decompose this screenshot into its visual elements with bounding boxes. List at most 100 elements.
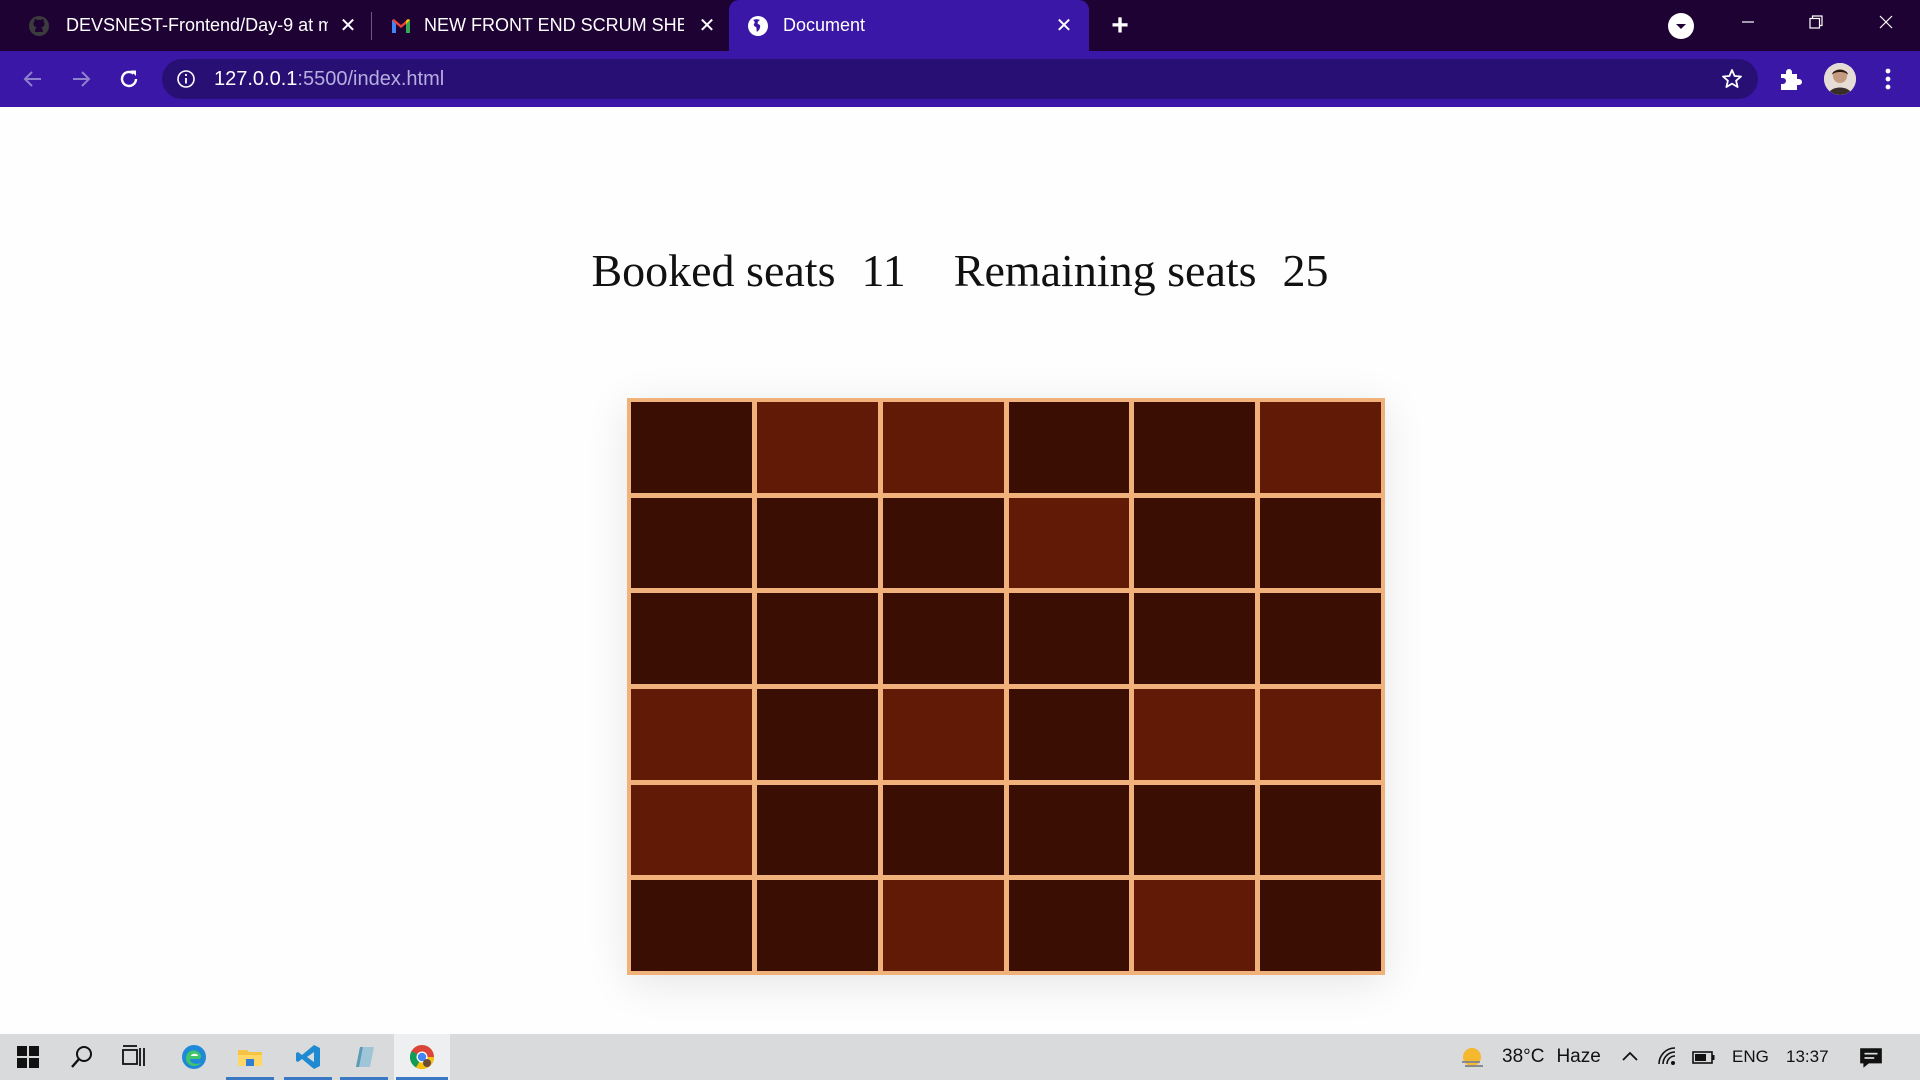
seat-available[interactable]	[1134, 593, 1256, 684]
tab-title: NEW FRONT END SCRUM SHEET	[424, 15, 684, 35]
url-path: :5500/index.html	[297, 68, 445, 90]
battery-icon[interactable]	[1692, 1045, 1716, 1069]
close-icon[interactable]: ✕	[1051, 12, 1077, 38]
notification-icon[interactable]	[1858, 1045, 1884, 1071]
seat-available[interactable]	[1134, 497, 1256, 589]
reload-icon	[120, 70, 138, 88]
seat-available[interactable]	[756, 880, 878, 971]
weather-haze-icon[interactable]	[1458, 1044, 1486, 1072]
gmail-icon	[392, 19, 410, 33]
seat-available[interactable]	[756, 593, 878, 684]
weather-description: Haze	[1556, 1046, 1601, 1067]
tab-github[interactable]: DEVSNEST-Frontend/Day-9 at ma ✕	[0, 0, 364, 51]
address-bar[interactable]: 127.0.0.1:5500/index.html	[162, 59, 1758, 99]
weather-temperature: 38°C	[1502, 1046, 1545, 1067]
seat-booked[interactable]	[1260, 402, 1381, 493]
restore-button[interactable]	[1782, 0, 1850, 44]
clock[interactable]: 13:37	[1786, 1034, 1829, 1080]
seat-available[interactable]	[631, 880, 752, 971]
seat-grid	[627, 398, 1385, 975]
chevron-up-icon[interactable]	[1618, 1045, 1642, 1069]
seat-available[interactable]	[756, 688, 878, 780]
reload-button[interactable]	[110, 60, 148, 98]
weather-widget[interactable]: 38°C Haze	[1502, 1034, 1601, 1080]
seat-booked[interactable]	[882, 880, 1004, 971]
seat-available[interactable]	[1134, 784, 1256, 876]
remaining-seats-count: 25	[1282, 245, 1329, 296]
tab-title: Document	[783, 15, 866, 35]
seat-available[interactable]	[1008, 688, 1130, 780]
tab-scrum-sheet[interactable]: NEW FRONT END SCRUM SHEET ✕	[364, 0, 728, 51]
seat-available[interactable]	[1008, 593, 1130, 684]
tab-document[interactable]: Document ✕	[729, 0, 1089, 51]
close-icon[interactable]: ✕	[335, 12, 361, 38]
profile-avatar[interactable]	[1824, 63, 1856, 95]
taskbar-vscode[interactable]	[282, 1034, 334, 1080]
forward-button[interactable]	[62, 60, 100, 98]
info-icon[interactable]	[176, 69, 196, 89]
seat-available[interactable]	[1260, 593, 1381, 684]
seat-available[interactable]	[1008, 402, 1130, 493]
seat-booked[interactable]	[1134, 880, 1256, 971]
window-close-button[interactable]	[1852, 0, 1920, 44]
extensions-puzzle-icon[interactable]	[1776, 65, 1804, 93]
seat-available[interactable]	[1008, 784, 1130, 876]
seat-available[interactable]	[1134, 402, 1256, 493]
seat-available[interactable]	[882, 784, 1004, 876]
kebab-menu-icon[interactable]	[1876, 65, 1900, 93]
wifi-icon[interactable]	[1656, 1045, 1680, 1069]
seat-available[interactable]	[882, 593, 1004, 684]
taskbar-notepad[interactable]	[338, 1034, 390, 1080]
notepad-icon	[356, 1047, 374, 1067]
seat-booked[interactable]	[756, 402, 878, 493]
seat-available[interactable]	[631, 497, 752, 589]
seat-available[interactable]	[631, 402, 752, 493]
chrome-icon	[409, 1045, 434, 1070]
url-text[interactable]: 127.0.0.1:5500/index.html	[214, 68, 444, 91]
seat-available[interactable]	[1260, 497, 1381, 589]
seat-available[interactable]	[756, 784, 878, 876]
avatar-image	[1824, 63, 1856, 95]
seat-booked[interactable]	[1008, 497, 1130, 589]
new-tab-button[interactable]: +	[1104, 9, 1136, 42]
seat-available[interactable]	[882, 497, 1004, 589]
seat-booked[interactable]	[631, 688, 752, 780]
seat-available[interactable]	[1008, 880, 1130, 971]
booked-seats-label: Booked seats	[591, 245, 836, 296]
search-icon	[71, 1046, 92, 1068]
seat-booked[interactable]	[1134, 688, 1256, 780]
github-icon	[29, 16, 49, 36]
tab-title: DEVSNEST-Frontend/Day-9 at ma	[66, 15, 328, 35]
seat-booked[interactable]	[1260, 688, 1381, 780]
taskbar-search-button[interactable]	[56, 1034, 108, 1080]
task-view-icon	[122, 1045, 145, 1066]
seat-available[interactable]	[756, 497, 878, 589]
url-host: 127.0.0.1	[214, 68, 298, 90]
file-explorer-icon	[238, 1050, 262, 1066]
taskbar-chrome[interactable]	[394, 1034, 450, 1080]
seat-available[interactable]	[1260, 784, 1381, 876]
minimize-button[interactable]	[1714, 0, 1782, 44]
browser-toolbar: 127.0.0.1:5500/index.html	[0, 51, 1920, 107]
seat-counters: Booked seats 11 Remaining seats 25	[0, 244, 1920, 297]
task-view-button[interactable]	[108, 1034, 160, 1080]
seat-available[interactable]	[1260, 880, 1381, 971]
close-icon[interactable]: ✕	[694, 12, 720, 38]
taskbar-file-explorer[interactable]	[224, 1034, 276, 1080]
seat-booked[interactable]	[882, 402, 1004, 493]
back-button[interactable]	[14, 60, 52, 98]
seat-booked[interactable]	[631, 784, 752, 876]
bookmark-star-icon[interactable]	[1720, 67, 1744, 91]
booked-seats-count: 11	[861, 245, 906, 296]
remaining-seats-label: Remaining seats	[953, 245, 1257, 296]
arrow-left-icon	[23, 71, 41, 87]
start-button[interactable]	[2, 1034, 54, 1080]
language-indicator[interactable]: ENG	[1732, 1034, 1769, 1080]
taskbar-edge[interactable]	[168, 1034, 220, 1080]
seat-booked[interactable]	[882, 688, 1004, 780]
tab-search-button[interactable]	[1668, 13, 1694, 39]
close-icon	[1879, 15, 1893, 29]
page-viewport: Booked seats 11 Remaining seats 25	[0, 107, 1920, 1034]
globe-icon	[748, 16, 768, 36]
seat-available[interactable]	[631, 593, 752, 684]
